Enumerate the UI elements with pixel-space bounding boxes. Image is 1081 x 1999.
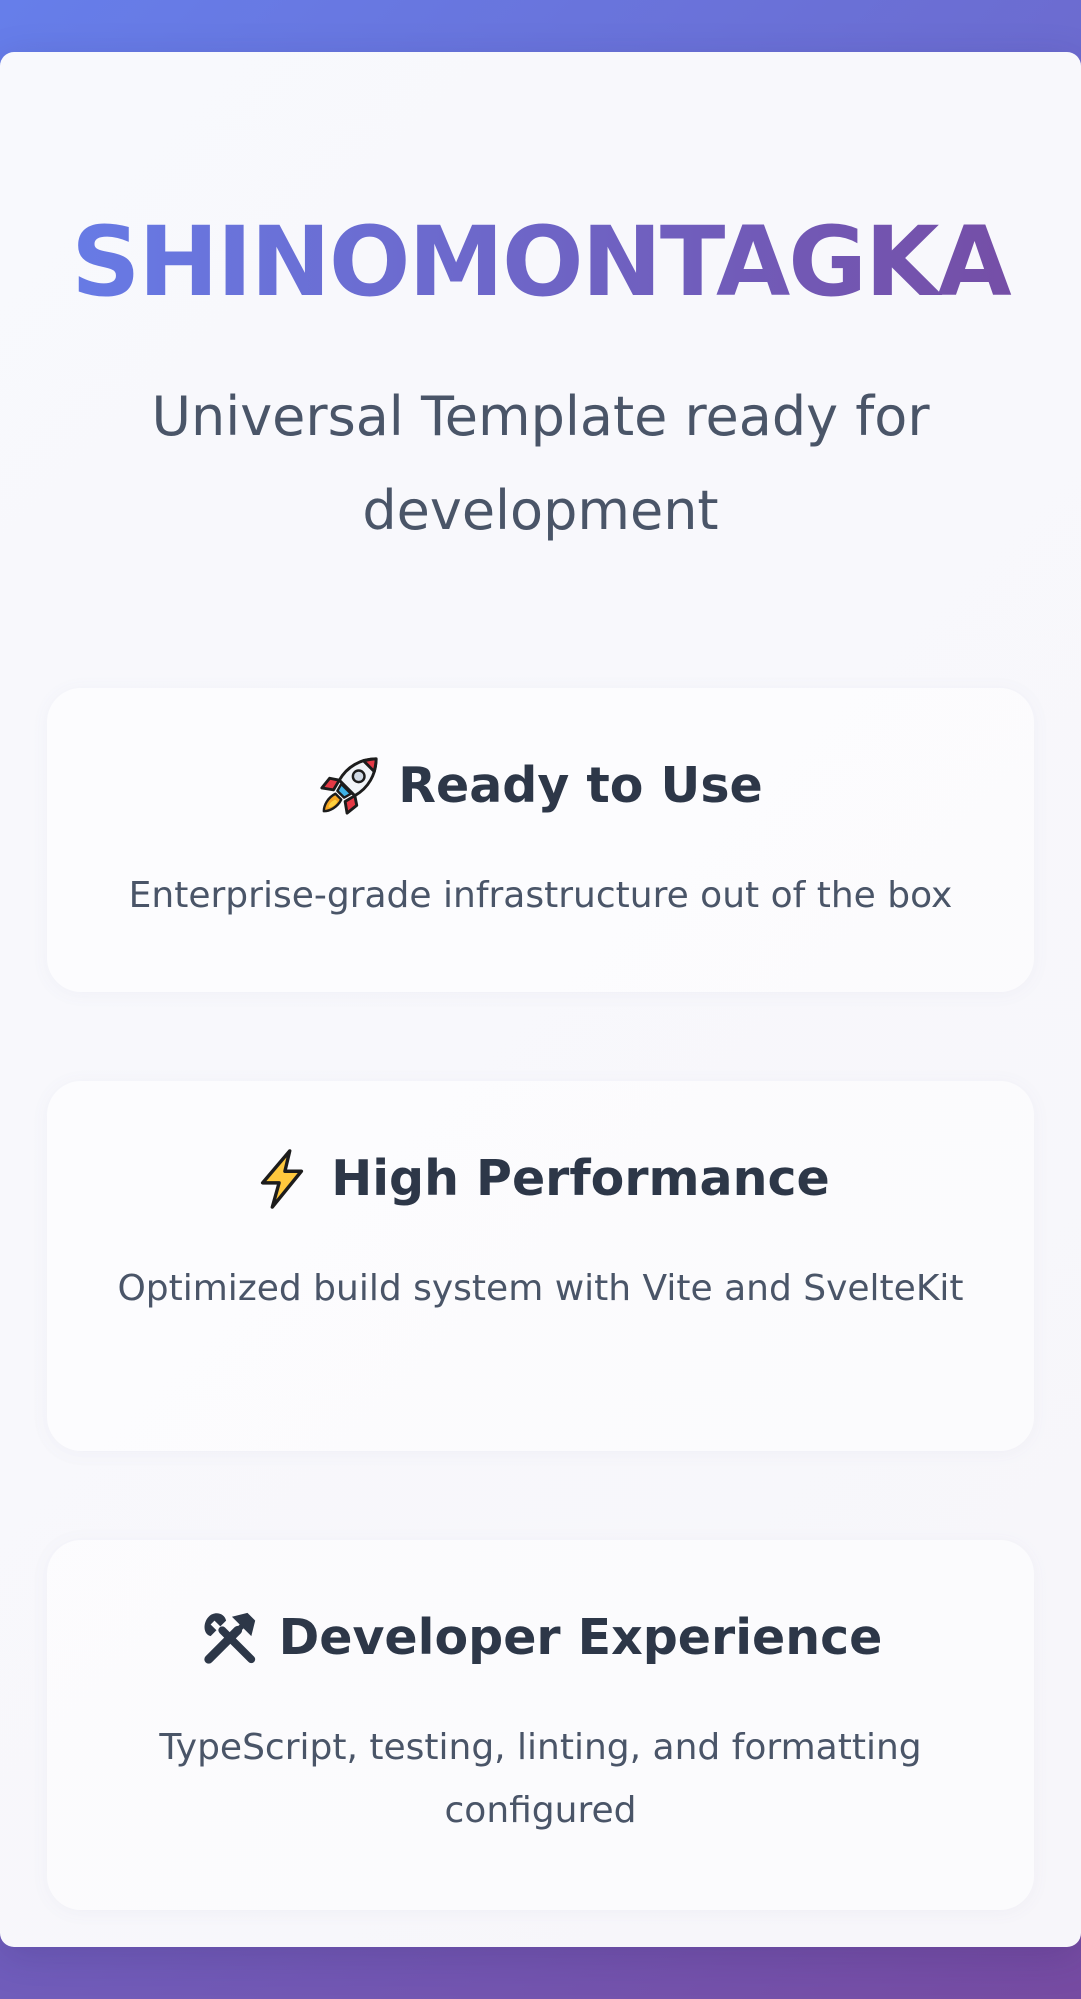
hero-tagline: Universal Template ready for development xyxy=(151,385,930,542)
feature-card-ready: Ready to Use Enterprise-grade infrastruc… xyxy=(47,688,1034,992)
feature-title: Ready to Use xyxy=(398,757,763,814)
brand-title: SHINOMONTAGKA xyxy=(0,202,1081,322)
lightning-bolt-icon xyxy=(251,1148,313,1210)
feature-title-row: Developer Experience xyxy=(47,1606,1034,1670)
feature-title-row: High Performance xyxy=(47,1147,1034,1211)
feature-card-developer: Developer Experience TypeScript, testing… xyxy=(47,1540,1034,1910)
feature-card-performance: High Performance Optimized build system … xyxy=(47,1081,1034,1451)
feature-title: Developer Experience xyxy=(278,1609,883,1666)
rocket-icon xyxy=(318,755,380,817)
main-panel: SHINOMONTAGKA Universal Template ready f… xyxy=(0,52,1081,1947)
feature-description: Optimized build system with Vite and Sve… xyxy=(117,1268,964,1309)
feature-title: High Performance xyxy=(331,1150,830,1207)
hammer-wrench-icon xyxy=(199,1607,261,1669)
feature-description: TypeScript, testing, linting, and format… xyxy=(159,1727,922,1831)
page: { "hero": { "brand": "SHINOMONTAGKA", "t… xyxy=(0,0,1081,1999)
feature-title-row: Ready to Use xyxy=(47,754,1034,818)
feature-description: Enterprise-grade infrastructure out of t… xyxy=(128,875,953,916)
